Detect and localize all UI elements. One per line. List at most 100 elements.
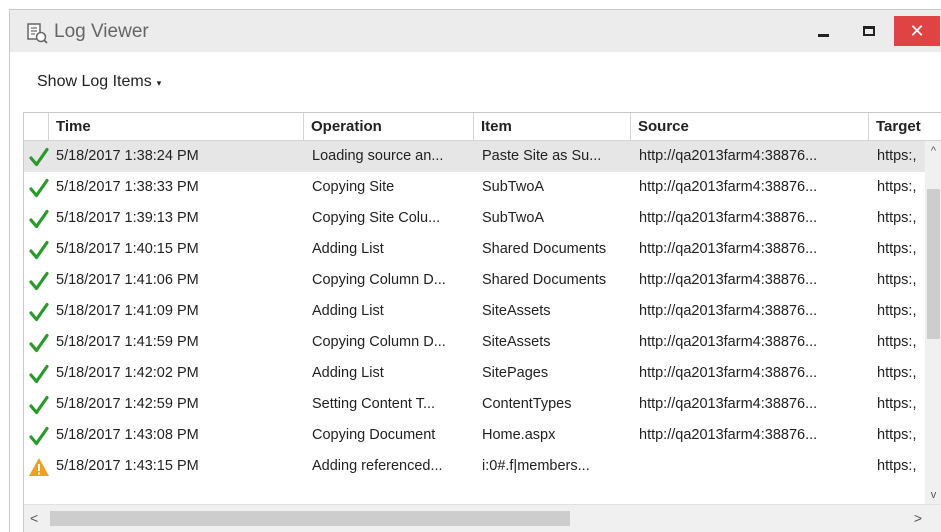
maximize-button[interactable] [846,10,892,52]
scroll-right-icon[interactable]: > [914,510,922,526]
cell-item: Shared Documents [482,272,607,288]
cell-source: http://qa2013farm4:38876... [639,365,818,381]
success-check-icon [29,426,49,446]
cell-time: 5/18/2017 1:40:15 PM [56,241,199,257]
cell-time: 5/18/2017 1:38:33 PM [56,179,199,195]
cell-time: 5/18/2017 1:39:13 PM [56,210,199,226]
log-grid: Time Operation Item Source Target 5/18/2… [23,112,941,532]
cell-time: 5/18/2017 1:42:59 PM [56,396,199,412]
success-check-icon [29,240,49,260]
cell-operation: Copying Column D... [312,272,446,288]
chevron-down-icon: ▾ [156,77,162,88]
cell-target: https:, [877,427,917,443]
success-check-icon [29,302,49,322]
table-row[interactable]: 5/18/2017 1:40:15 PM Adding List Shared Do… [24,234,941,265]
cell-source: http://qa2013farm4:38876... [639,396,818,412]
cell-time: 5/18/2017 1:41:59 PM [56,334,199,350]
cell-time: 5/18/2017 1:41:06 PM [56,272,199,288]
cell-source [639,451,869,482]
minimize-button[interactable] [800,10,846,52]
cell-target: https:, [877,272,917,288]
cell-item: SiteAssets [482,303,551,319]
table-row[interactable]: 5/18/2017 1:41:09 PM Adding List SiteAsset… [24,296,941,327]
cell-operation: Adding List [312,241,384,257]
cell-operation: Adding List [312,365,384,381]
success-check-icon [29,333,49,353]
cell-operation: Copying Column D... [312,334,446,350]
success-check-icon [29,147,49,167]
show-log-items-dropdown[interactable]: Show Log Items ▾ [37,73,161,91]
scroll-down-icon[interactable]: v [925,489,941,501]
table-row[interactable]: 5/18/2017 1:39:13 PM Copying Site Colu...… [24,203,941,234]
cell-source: http://qa2013farm4:38876... [639,272,818,288]
table-row[interactable]: 5/18/2017 1:41:06 PM Copying Column D... S… [24,265,941,296]
cell-target: https:, [877,148,917,164]
close-button[interactable]: ✕ [892,10,941,52]
warning-icon [29,458,49,476]
cell-operation: Copying Site [312,179,395,195]
table-row[interactable]: 5/18/2017 1:43:08 PM Copying Document Home… [24,420,941,451]
table-row[interactable]: 5/18/2017 1:38:33 PM Copying Site SubTwoA h… [24,172,941,203]
horizontal-scroll-thumb[interactable] [50,511,570,526]
grid-header: Time Operation Item Source Target [24,113,941,141]
vertical-scrollbar[interactable]: ^ v [925,141,941,505]
cell-target: https:, [877,396,917,412]
cell-item: SitePages [482,365,549,381]
cell-item: ContentTypes [482,396,572,412]
toolbar: Show Log Items ▾ [10,52,941,112]
horizontal-scrollbar[interactable]: < > [24,504,941,532]
cell-source: http://qa2013farm4:38876... [639,241,818,257]
title-bar[interactable]: Log Viewer ✕ [10,10,941,52]
column-header-target[interactable]: Target [868,113,941,141]
table-row[interactable]: 5/18/2017 1:43:15 PM Adding referenced...… [24,451,941,482]
cell-item: Paste Site as Su... [482,148,602,164]
cell-operation: Copying Site Colu... [312,210,441,226]
success-check-icon [29,178,49,198]
table-row[interactable]: 5/18/2017 1:42:59 PM Setting Content T...… [24,389,941,420]
column-header-operation[interactable]: Operation [303,113,473,141]
table-row[interactable]: 5/18/2017 1:38:24 PM Loading source an...… [24,141,941,172]
cell-item: SiteAssets [482,334,551,350]
maximize-icon [863,26,875,36]
table-row[interactable]: 5/18/2017 1:41:59 PM Copying Column D... S… [24,327,941,358]
cell-operation: Copying Document [312,427,436,443]
cell-source: http://qa2013farm4:38876... [639,210,818,226]
table-row[interactable]: 5/18/2017 1:42:02 PM Adding List SitePages… [24,358,941,389]
cell-item: Shared Documents [482,241,607,257]
cell-time: 5/18/2017 1:42:02 PM [56,365,199,381]
success-check-icon [29,271,49,291]
cell-target: https:, [877,334,917,350]
log-viewer-icon [27,23,48,44]
minimize-icon [817,33,829,37]
success-check-icon [29,364,49,384]
cell-item: Home.aspx [482,427,556,443]
show-log-items-label: Show Log Items [37,73,152,90]
cell-operation: Setting Content T... [312,396,436,412]
cell-operation: Loading source an... [312,148,444,164]
cell-source: http://qa2013farm4:38876... [639,179,818,195]
cell-time: 5/18/2017 1:43:15 PM [56,458,199,474]
status-column-header[interactable] [24,113,48,141]
scroll-up-icon[interactable]: ^ [925,145,941,157]
cell-source: http://qa2013farm4:38876... [639,303,818,319]
window-title: Log Viewer [54,21,149,42]
cell-target: https:, [877,210,917,226]
cell-item: i:0#.f|members... [482,458,590,474]
column-header-time[interactable]: Time [48,113,303,141]
vertical-scroll-thumb[interactable] [927,189,940,339]
column-header-item[interactable]: Item [473,113,630,141]
column-header-source[interactable]: Source [630,113,868,141]
log-viewer-window: Log Viewer ✕ Show Log Items ▾ Time Opera… [9,9,941,532]
cell-item: SubTwoA [482,210,545,226]
cell-target: https:, [877,179,917,195]
cell-source: http://qa2013farm4:38876... [639,148,818,164]
scroll-left-icon[interactable]: < [30,510,38,526]
close-icon: ✕ [909,20,925,41]
cell-source: http://qa2013farm4:38876... [639,334,818,350]
cell-time: 5/18/2017 1:43:08 PM [56,427,199,443]
cell-target: https:, [877,241,917,257]
cell-operation: Adding referenced... [312,458,443,474]
cell-time: 5/18/2017 1:38:24 PM [56,148,199,164]
cell-target: https:, [877,303,917,319]
cell-target: https:, [877,458,917,474]
